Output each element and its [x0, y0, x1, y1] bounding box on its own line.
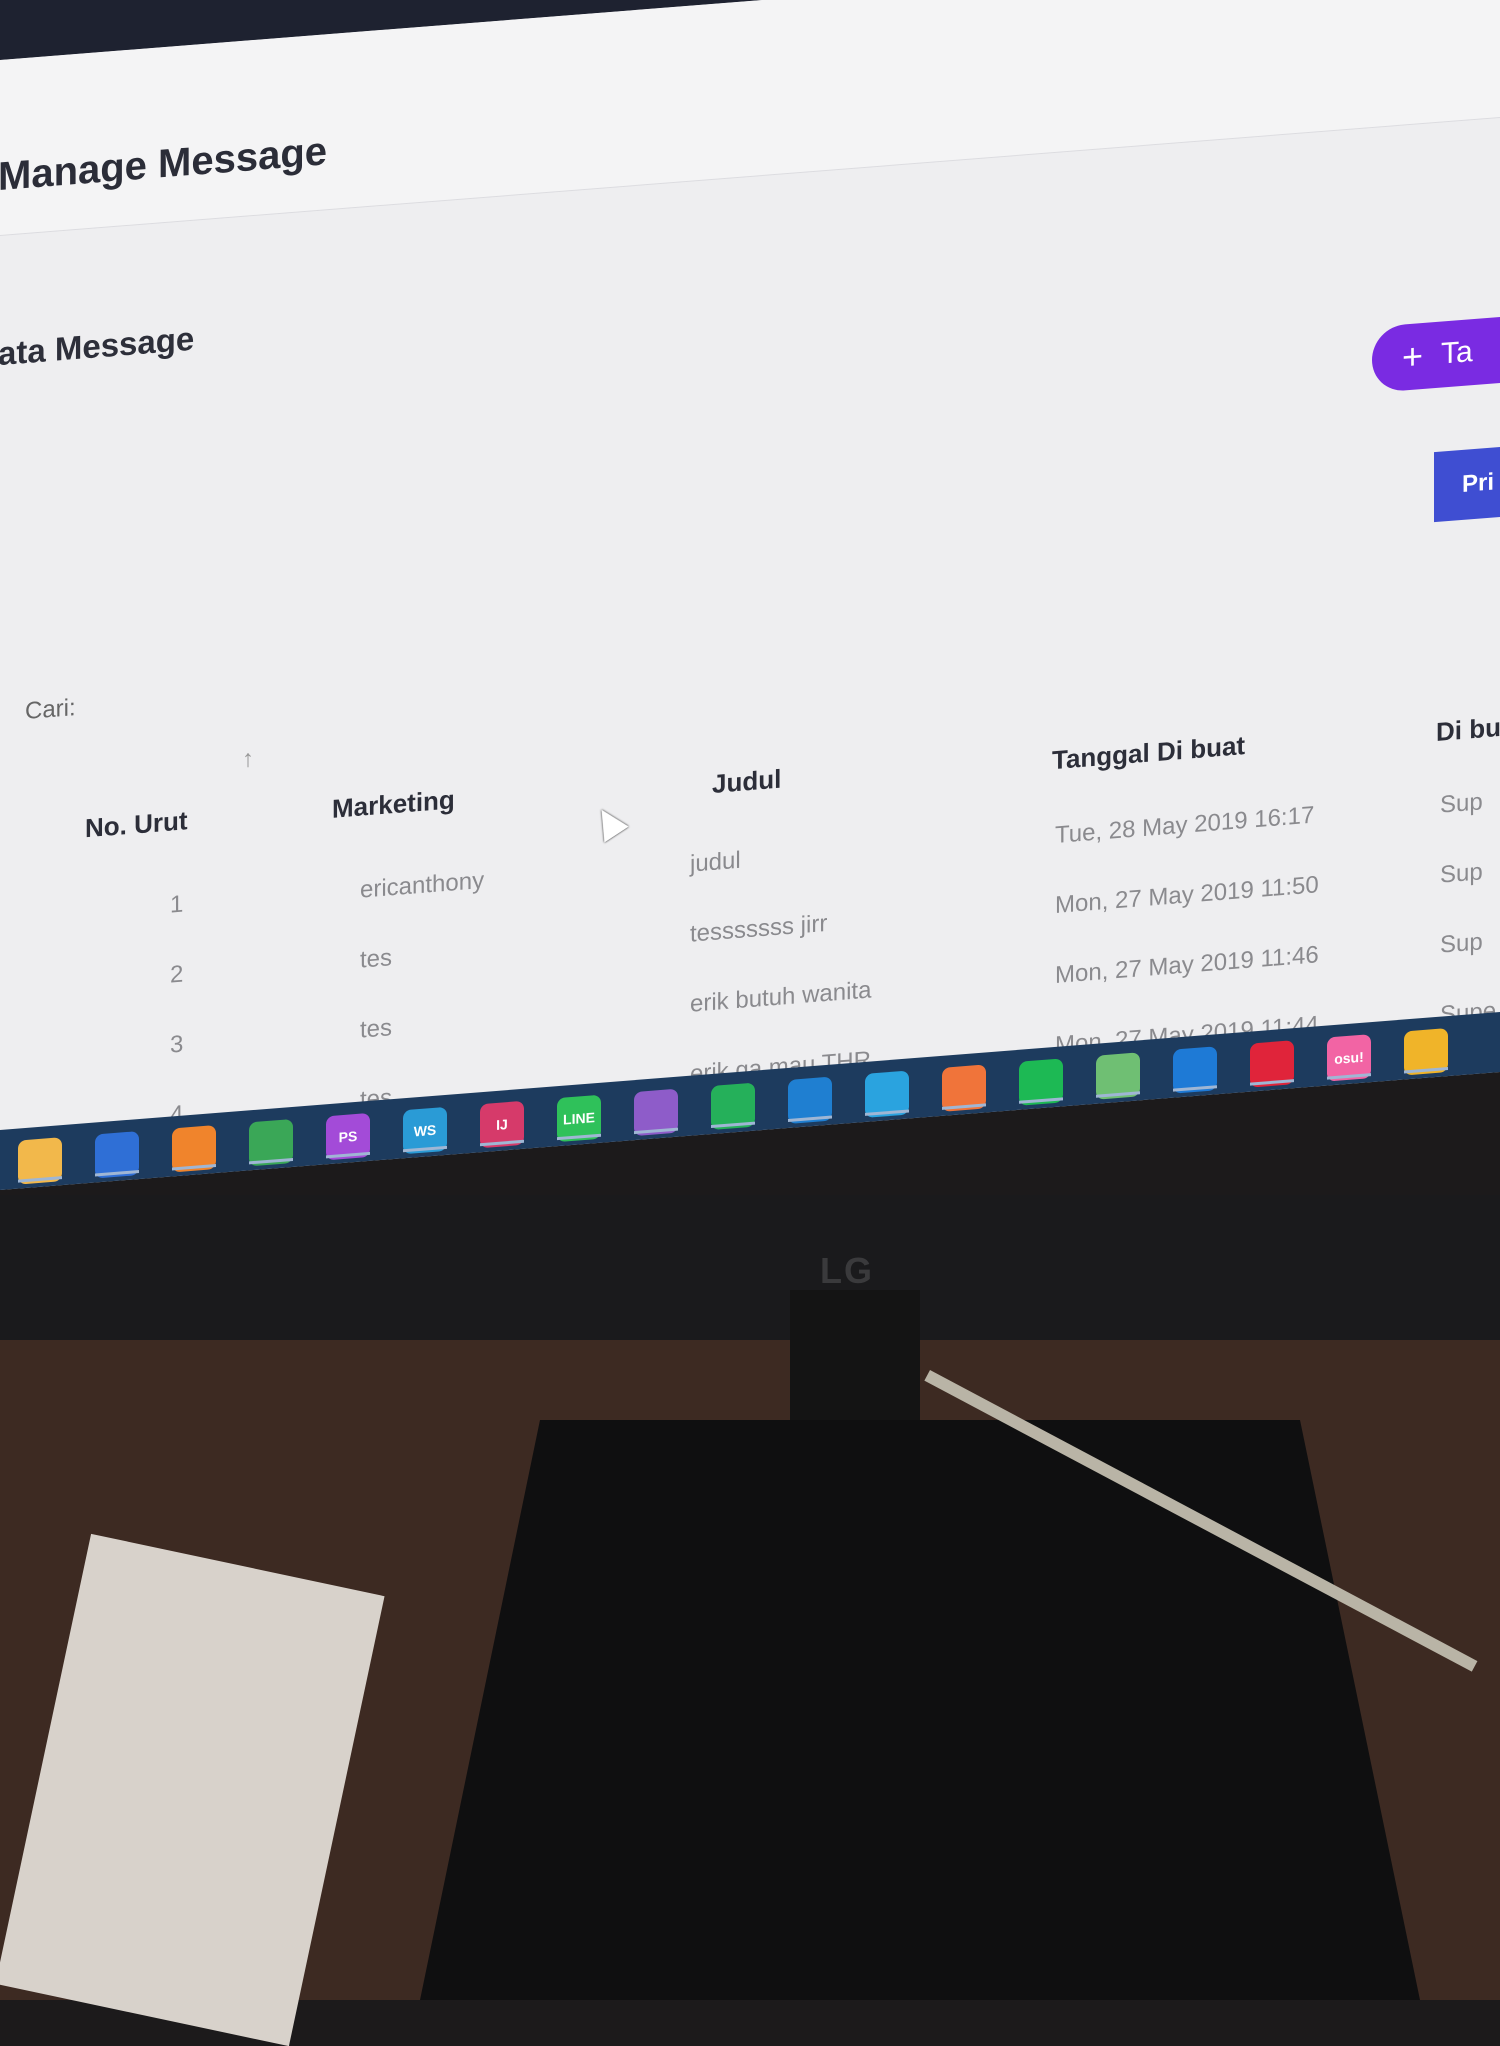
- webstorm-icon-label: WS: [413, 1121, 437, 1140]
- running-indicator: [1096, 1091, 1140, 1098]
- intellij-icon-label: IJ: [496, 1116, 508, 1133]
- cell-marketing: tes: [360, 944, 393, 974]
- add-button[interactable]: + Ta: [1372, 312, 1500, 394]
- cell-tanggal: Mon, 27 May 2019 11:46: [1055, 941, 1319, 989]
- print-button[interactable]: Pri: [1434, 444, 1500, 523]
- running-indicator: [249, 1157, 293, 1165]
- running-indicator: [557, 1133, 601, 1141]
- opera-icon[interactable]: [1250, 1040, 1294, 1088]
- cell-dibuat: Sup: [1440, 858, 1483, 889]
- running-indicator: [326, 1151, 370, 1159]
- running-indicator: [788, 1115, 832, 1122]
- phpstorm-icon-label: PS: [338, 1127, 358, 1146]
- running-indicator: [1404, 1067, 1448, 1074]
- osu-icon[interactable]: osu!: [1327, 1034, 1371, 1082]
- add-button-label: Ta: [1441, 335, 1473, 371]
- monitor-stand-base: [420, 1420, 1420, 2000]
- cell-no: 3: [170, 1030, 184, 1059]
- cell-tanggal: Tue, 28 May 2019 16:17: [1055, 801, 1315, 849]
- line-icon[interactable]: LINE: [557, 1094, 601, 1143]
- intellij-icon[interactable]: IJ: [480, 1100, 524, 1149]
- print-button-label: Pri: [1462, 468, 1495, 498]
- running-indicator: [634, 1127, 678, 1135]
- running-indicator: [942, 1103, 986, 1110]
- running-indicator: [1250, 1079, 1294, 1086]
- spotify-icon[interactable]: [1019, 1058, 1063, 1106]
- running-indicator: [1019, 1097, 1063, 1104]
- phpstorm-icon[interactable]: PS: [326, 1112, 370, 1161]
- cell-judul: erik butuh wanita: [690, 976, 872, 1018]
- cell-dibuat: Sup: [1440, 928, 1483, 959]
- mouse-cursor-icon: [589, 801, 629, 843]
- line-icon-label: LINE: [563, 1109, 595, 1128]
- trello-icon[interactable]: [788, 1076, 832, 1124]
- chrome-icon[interactable]: [249, 1118, 293, 1167]
- taskbar: PS WS IJ LINE osu!: [0, 1011, 1500, 1191]
- cell-marketing: ericanthony: [360, 866, 485, 904]
- running-indicator: [95, 1170, 139, 1177]
- running-indicator: [403, 1145, 447, 1153]
- cell-judul: judul: [690, 846, 741, 878]
- running-indicator: [1327, 1073, 1371, 1080]
- cell-no: 1: [170, 890, 184, 919]
- running-indicator: [711, 1121, 755, 1129]
- screen: Manage Message ata Message + Ta Pri Cari…: [0, 0, 1500, 1191]
- plus-icon: +: [1402, 335, 1424, 378]
- cell-no: 2: [170, 960, 184, 989]
- chrome-canary-icon[interactable]: [1404, 1028, 1448, 1076]
- postman-icon[interactable]: [942, 1064, 986, 1112]
- cell-tanggal: Mon, 27 May 2019 11:50: [1055, 871, 1319, 919]
- cell-judul: tesssssss jirr: [690, 909, 828, 948]
- gitkraken-icon[interactable]: [634, 1088, 678, 1137]
- store-icon[interactable]: [95, 1131, 139, 1179]
- webstorm-icon[interactable]: WS: [403, 1106, 447, 1155]
- page-title: Manage Message: [0, 129, 328, 200]
- cell-dibuat: Supe: [1440, 1137, 1497, 1169]
- column-header-judul[interactable]: Judul: [712, 764, 781, 800]
- cell-marketing: tes: [360, 1014, 393, 1044]
- telegram-icon[interactable]: [865, 1070, 909, 1118]
- search-label: Cari:: [25, 694, 76, 726]
- osu-icon-label: osu!: [1334, 1048, 1364, 1067]
- running-indicator: [172, 1164, 216, 1171]
- running-indicator: [480, 1139, 524, 1147]
- monitor-logo: LG: [820, 1250, 874, 1291]
- running-indicator: [1173, 1085, 1217, 1092]
- running-indicator: [865, 1109, 909, 1116]
- sort-arrow-icon[interactable]: ↑: [242, 745, 254, 774]
- file-explorer-icon[interactable]: [18, 1137, 62, 1185]
- cell-dibuat: Sup: [1440, 788, 1483, 819]
- column-header-marketing[interactable]: Marketing: [332, 784, 455, 825]
- column-header-tanggal[interactable]: Tanggal Di buat: [1052, 730, 1245, 776]
- column-header-dibuat[interactable]: Di bu: [1436, 712, 1500, 748]
- column-header-no-urut[interactable]: No. Urut: [85, 805, 188, 844]
- running-indicator: [18, 1176, 62, 1183]
- firefox-icon[interactable]: [172, 1125, 216, 1173]
- virtualbox-icon[interactable]: [1173, 1046, 1217, 1094]
- whatsapp-icon[interactable]: [711, 1082, 755, 1131]
- android-studio-icon[interactable]: [1096, 1052, 1140, 1100]
- cell-tanggal: Mon, 27 May 2019 11:42: [1055, 1151, 1319, 1191]
- section-title: ata Message: [0, 319, 195, 373]
- taskbar-icons: PS WS IJ LINE osu!: [0, 1012, 1500, 1185]
